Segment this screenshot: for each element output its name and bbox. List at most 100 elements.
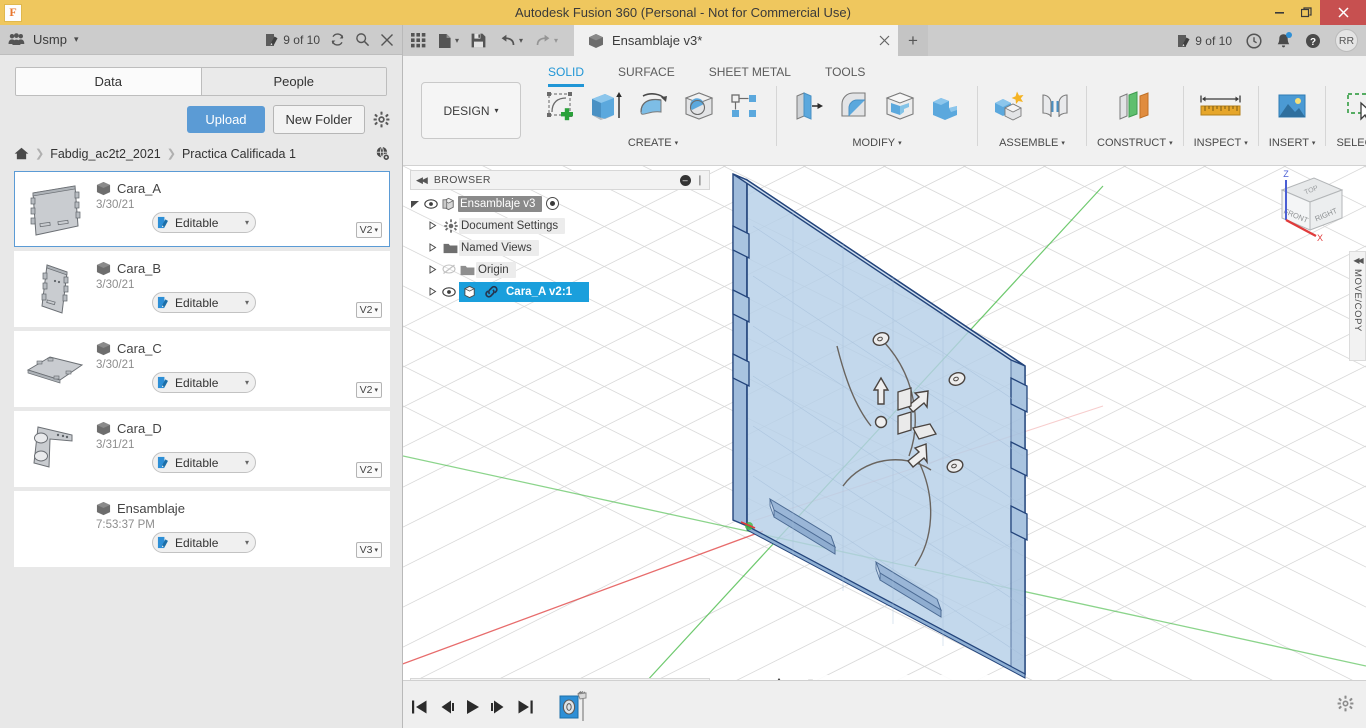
bell-icon[interactable] xyxy=(1276,33,1291,49)
jump-end-icon[interactable] xyxy=(517,699,534,715)
visibility-eye-off-icon[interactable] xyxy=(442,264,459,275)
grid-icon[interactable] xyxy=(411,33,426,48)
browser-node-origin[interactable]: Origin xyxy=(410,260,710,279)
collapse-icon[interactable]: ◀◀ xyxy=(1353,256,1361,265)
file-status-dropdown[interactable]: Editable ▾ xyxy=(152,292,256,313)
visibility-eye-icon[interactable] xyxy=(442,287,459,297)
close-icon[interactable] xyxy=(879,35,890,46)
collapse-icon[interactable]: ◀◀ xyxy=(416,175,426,186)
save-icon[interactable] xyxy=(471,33,486,48)
expand-arrow-icon[interactable] xyxy=(428,287,442,296)
file-card-cara-c[interactable]: Cara_C 3/30/21 Editable ▾ V2 ▾ xyxy=(14,331,390,407)
move-copy-panel-tab[interactable]: ◀◀ MOVE/COPY xyxy=(1349,251,1366,361)
file-card-cara-a[interactable]: Cara_A 3/30/21 Editable ▾ V2 ▾ xyxy=(14,171,390,247)
minimize-browser-icon[interactable]: – xyxy=(680,175,691,186)
globe-icon[interactable] xyxy=(375,146,390,161)
expand-arrow-icon[interactable] xyxy=(428,243,442,252)
view-cube[interactable]: TOP FRONT RIGHT Z X xyxy=(1242,168,1354,278)
minimize-button[interactable] xyxy=(1266,0,1293,25)
file-status-dropdown[interactable]: Editable ▾ xyxy=(152,452,256,473)
ribbon-group-label[interactable]: CREATE ▾ xyxy=(628,137,678,149)
3d-viewport[interactable]: ◀◀ BROWSER – ❙ xyxy=(403,166,1366,705)
file-version-dropdown[interactable]: V2 ▾ xyxy=(356,462,382,478)
hub-name[interactable]: Usmp xyxy=(33,32,67,47)
activate-component-radio[interactable] xyxy=(546,197,559,210)
tab-data[interactable]: Data xyxy=(16,68,202,95)
ribbon-group-label[interactable]: INSERT ▾ xyxy=(1269,137,1316,149)
new-tab-button[interactable]: + xyxy=(898,25,928,56)
file-card-cara-d[interactable]: Cara_D 3/31/21 Editable ▾ V2 ▾ xyxy=(14,411,390,487)
document-tab-ensamblaje[interactable]: Ensamblaje v3* xyxy=(574,25,898,56)
close-panel-icon[interactable] xyxy=(380,33,394,47)
breadcrumb-item-project[interactable]: Fabdig_ac2t2_2021 xyxy=(50,147,161,161)
joint-icon[interactable] xyxy=(1034,86,1076,134)
move-copy-feature-icon[interactable] xyxy=(558,691,592,723)
gear-icon[interactable] xyxy=(1337,695,1354,712)
ribbon-group-label[interactable]: MODIFY ▾ xyxy=(852,137,901,149)
pattern-icon[interactable] xyxy=(724,86,766,134)
ribbon-group-label[interactable]: INSPECT ▾ xyxy=(1194,137,1248,149)
browser-node-document-settings[interactable]: Document Settings xyxy=(410,216,710,235)
workspace-switcher[interactable]: DESIGN ▾ xyxy=(421,82,521,139)
file-status-dropdown[interactable]: Editable ▾ xyxy=(152,532,256,553)
file-icon[interactable] xyxy=(438,33,452,49)
press-pull-icon[interactable] xyxy=(787,86,829,134)
combine-icon[interactable] xyxy=(925,86,967,134)
search-icon[interactable] xyxy=(355,32,370,47)
step-back-icon[interactable] xyxy=(438,699,455,715)
chevron-down-icon[interactable]: ▾ xyxy=(74,34,79,45)
refresh-icon[interactable] xyxy=(330,32,345,47)
new-component-icon[interactable] xyxy=(988,86,1030,134)
maximize-button[interactable] xyxy=(1293,0,1320,25)
expand-arrow-icon[interactable] xyxy=(410,199,424,209)
browser-node-ensamblaje[interactable]: Ensamblaje v3 xyxy=(410,194,710,213)
quota-indicator[interactable]: 9 of 10 xyxy=(265,33,320,47)
play-icon[interactable] xyxy=(465,699,480,715)
redo-icon[interactable] xyxy=(535,34,551,48)
browser-node-cara-a[interactable]: Cara_A v2:1 xyxy=(410,282,710,301)
select-window-icon[interactable] xyxy=(1340,86,1366,134)
ribbon-group-label[interactable]: SELECT ▾ xyxy=(1336,137,1366,149)
upload-button[interactable]: Upload xyxy=(187,106,264,133)
new-folder-button[interactable]: New Folder xyxy=(273,105,365,134)
expand-arrow-icon[interactable] xyxy=(428,221,442,230)
expand-arrow-icon[interactable] xyxy=(428,265,442,274)
visibility-eye-icon[interactable] xyxy=(424,199,441,209)
create-sketch-icon[interactable] xyxy=(540,86,582,134)
insert-image-icon[interactable] xyxy=(1271,86,1313,134)
breadcrumb-item-folder[interactable]: Practica Calificada 1 xyxy=(182,147,296,161)
measure-icon[interactable] xyxy=(1195,86,1247,134)
chevron-down-icon[interactable]: ▾ xyxy=(455,36,459,45)
file-card-ensamblaje[interactable]: Ensamblaje 7:53:37 PM Editable ▾ V3 ▾ xyxy=(14,491,390,567)
home-icon[interactable] xyxy=(14,147,29,160)
quota-indicator[interactable]: 9 of 10 xyxy=(1177,34,1232,48)
file-version-dropdown[interactable]: V2 ▾ xyxy=(356,302,382,318)
gear-icon[interactable] xyxy=(373,111,390,128)
avatar[interactable]: RR xyxy=(1335,29,1358,52)
file-status-dropdown[interactable]: Editable ▾ xyxy=(152,372,256,393)
chevron-down-icon[interactable]: ▾ xyxy=(554,36,558,45)
revolve-icon[interactable] xyxy=(632,86,674,134)
close-button[interactable] xyxy=(1320,0,1366,25)
file-version-dropdown[interactable]: V2 ▾ xyxy=(356,222,382,238)
chevron-down-icon[interactable]: ▾ xyxy=(519,36,523,45)
file-version-dropdown[interactable]: V2 ▾ xyxy=(356,382,382,398)
browser-node-named-views[interactable]: Named Views xyxy=(410,238,710,257)
ribbon-group-label[interactable]: ASSEMBLE ▾ xyxy=(999,137,1065,149)
extrude-icon[interactable] xyxy=(586,86,628,134)
fillet-icon[interactable] xyxy=(833,86,875,134)
step-forward-icon[interactable] xyxy=(490,699,507,715)
sweep-icon[interactable] xyxy=(678,86,720,134)
file-status-dropdown[interactable]: Editable ▾ xyxy=(152,212,256,233)
clock-icon[interactable] xyxy=(1246,33,1262,49)
file-version-dropdown[interactable]: V3 ▾ xyxy=(356,542,382,558)
resize-grip-icon[interactable]: ❙ xyxy=(696,175,704,186)
offset-plane-icon[interactable] xyxy=(1114,86,1156,134)
ribbon-group-label[interactable]: CONSTRUCT ▾ xyxy=(1097,137,1173,149)
shell-icon[interactable] xyxy=(879,86,921,134)
jump-start-icon[interactable] xyxy=(411,699,428,715)
help-icon[interactable]: ? xyxy=(1305,33,1321,49)
undo-icon[interactable] xyxy=(500,34,516,48)
tab-people[interactable]: People xyxy=(202,68,387,95)
file-card-cara-b[interactable]: Cara_B 3/30/21 Editable ▾ V2 ▾ xyxy=(14,251,390,327)
